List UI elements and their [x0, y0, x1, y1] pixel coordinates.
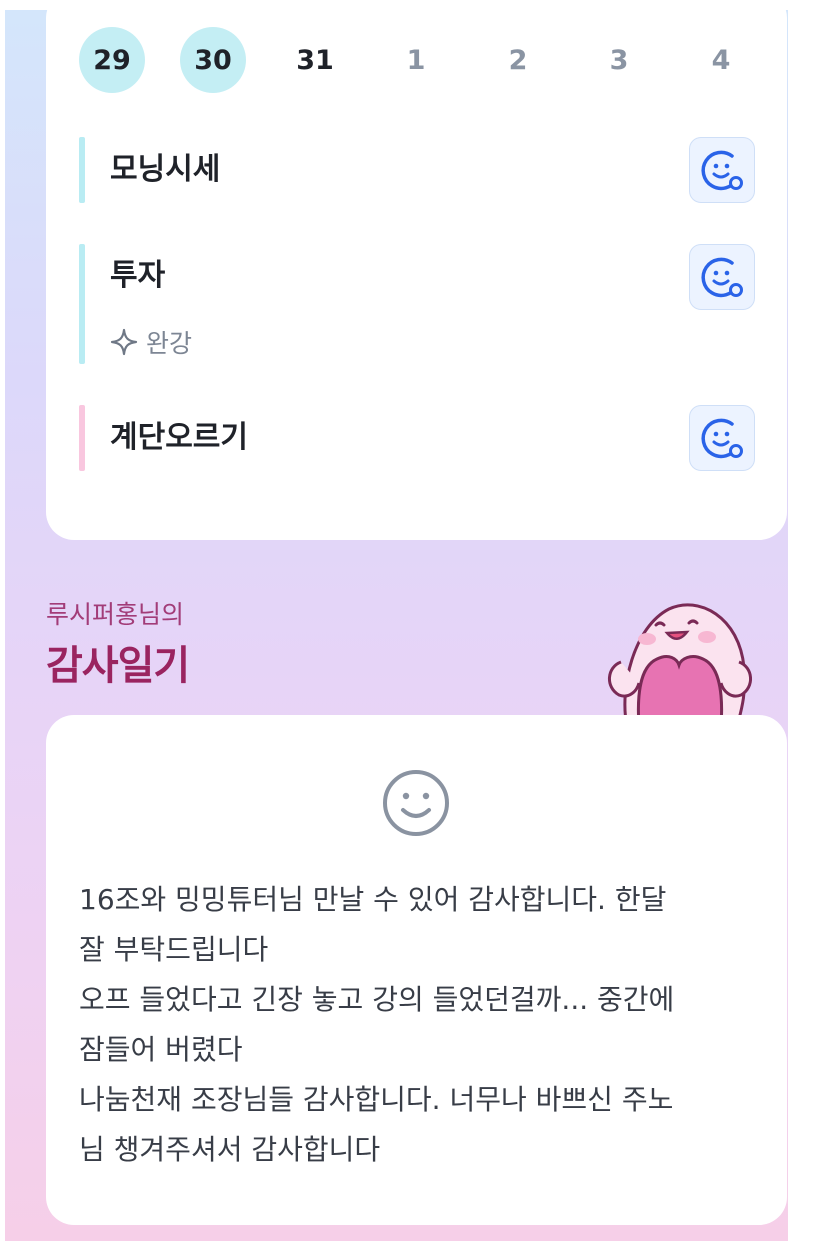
sparkle-icon	[110, 328, 138, 356]
date-1[interactable]: 1	[383, 27, 449, 93]
date-3[interactable]: 3	[586, 27, 652, 93]
mascot-heart-illustration	[608, 603, 752, 727]
habit-status: 완강	[110, 324, 192, 360]
habit-color-bar	[79, 137, 85, 203]
habit-status-label: 완강	[146, 329, 193, 358]
date-29[interactable]: 29	[79, 27, 145, 93]
date-strip: 29 30 31 1 2 3 4	[79, 27, 759, 93]
date-2[interactable]: 2	[485, 27, 551, 93]
habit-name: 투자	[110, 258, 166, 293]
smile-icon	[383, 770, 449, 836]
smile-check-icon	[701, 150, 743, 191]
diary-owner: 루시퍼홍님의	[46, 600, 185, 629]
habit-item-invest[interactable]: 투자 완강	[79, 244, 755, 364]
habit-name: 모닝시세	[110, 152, 221, 187]
habit-check-button[interactable]	[689, 405, 755, 471]
habit-card: 29 30 31 1 2 3 4 모닝시세 투자 완강 계단오르기	[46, 10, 787, 540]
habit-item-stairs[interactable]: 계단오르기	[79, 405, 755, 471]
habit-color-bar	[79, 244, 85, 364]
habit-item-morning[interactable]: 모닝시세	[79, 137, 755, 203]
date-31[interactable]: 31	[282, 27, 348, 93]
smile-check-icon	[701, 418, 743, 459]
smile-check-icon	[701, 257, 743, 298]
habit-name: 계단오르기	[110, 420, 248, 455]
gratitude-diary-card[interactable]: 16조와 밍밍튜터님 만날 수 있어 감사합니다. 한달 잘 부탁드립니다 오프…	[46, 715, 787, 1225]
date-30[interactable]: 30	[180, 27, 246, 93]
app-frame: 29 30 31 1 2 3 4 모닝시세 투자 완강 계단오르기 루시퍼홍님의…	[5, 10, 788, 1241]
habit-check-button[interactable]	[689, 244, 755, 310]
habit-color-bar	[79, 405, 85, 471]
diary-title: 감사일기	[46, 643, 190, 689]
habit-check-button[interactable]	[689, 137, 755, 203]
diary-entry-text: 16조와 밍밍튜터님 만날 수 있어 감사합니다. 한달 잘 부탁드립니다 오프…	[79, 883, 675, 1166]
date-4[interactable]: 4	[688, 27, 754, 93]
